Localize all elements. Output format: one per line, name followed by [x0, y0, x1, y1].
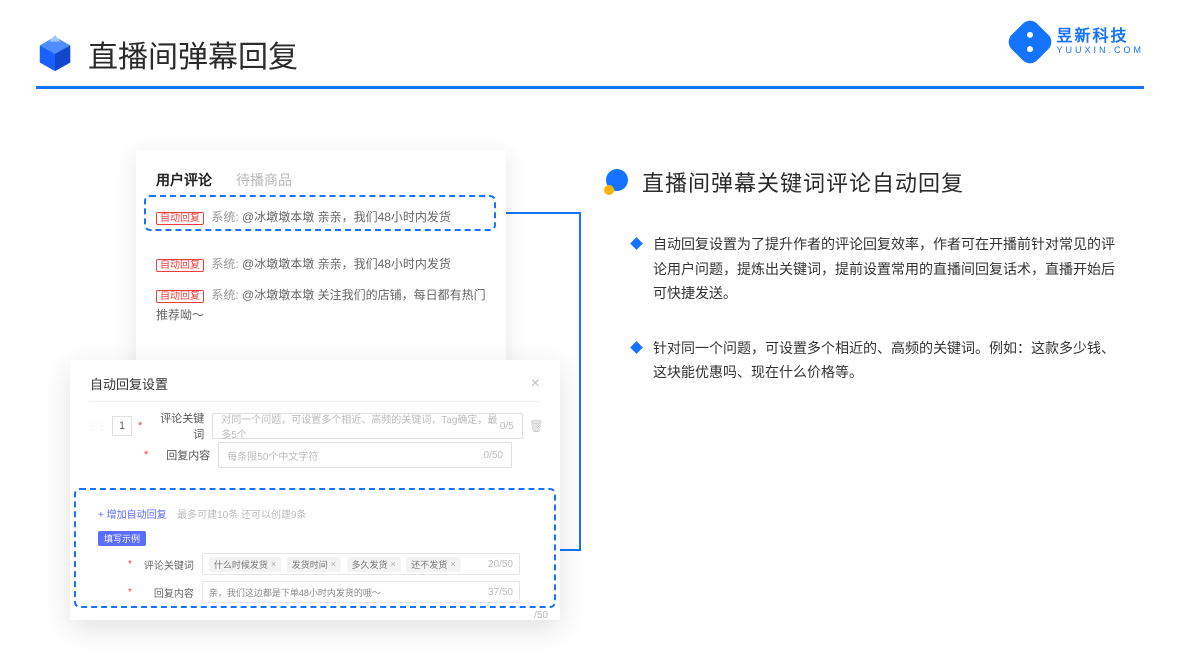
bullet-item: 自动回复设置为了提升作者的评论回复效率，作者可在开播前针对常见的评论用户问题，提…: [604, 232, 1144, 306]
right-content: 直播间弹幕关键词评论自动回复 自动回复设置为了提升作者的评论回复效率，作者可在开…: [604, 166, 1144, 415]
trash-icon[interactable]: 🗑: [529, 419, 544, 433]
reply-content-label: 回复内容: [156, 447, 210, 463]
required-dot: *: [144, 449, 148, 461]
cube-icon: [36, 35, 74, 73]
highlight-box-example: [74, 488, 556, 608]
brand-url: YUUXIN.COM: [1056, 46, 1144, 56]
auto-reply-tag: 自动回复: [156, 290, 204, 303]
brand-logo: 昱新科技 YUUXIN.COM: [1012, 24, 1144, 60]
rule-index: 1: [112, 416, 132, 436]
section-title: 直播间弹幕关键词评论自动回复: [642, 166, 964, 198]
comments-panel: 用户评论 待播商品 自动回复 系统: @冰墩墩本墩 亲亲，我们48小时内发货 自…: [136, 150, 506, 390]
left-illustration: 用户评论 待播商品 自动回复 系统: @冰墩墩本墩 亲亲，我们48小时内发货 自…: [70, 150, 568, 630]
page-header: 直播间弹幕回复 昱新科技 YUUXIN.COM: [36, 22, 1144, 86]
reply-content-input[interactable]: 每条限50个中文字符 0/50: [218, 442, 512, 468]
tab-user-comments[interactable]: 用户评论: [156, 170, 212, 190]
comment-row: 自动回复 系统: @冰墩墩本墩 亲亲，我们48小时内发货: [156, 247, 486, 278]
page-title: 直播间弹幕回复: [88, 32, 298, 76]
highlight-box-comment: [144, 195, 496, 231]
required-dot: *: [138, 420, 142, 432]
auto-reply-tag: 自动回复: [156, 259, 204, 272]
comment-row: 自动回复 系统: @冰墩墩本墩 关注我们的店铺，每日都有热门推荐呦～: [156, 278, 486, 328]
drag-handle-icon[interactable]: ⋮⋮: [88, 421, 106, 432]
close-icon[interactable]: ×: [531, 375, 540, 393]
keyword-input[interactable]: 对同一个问题，可设置多个相近、高频的关键词，Tag确定，最多5个 0/5: [212, 413, 522, 439]
bullet-item: 针对同一个问题，可设置多个相近的、高频的关键词。例如：这款多少钱、这块能优惠吗、…: [604, 336, 1144, 385]
brand-name: 昱新科技: [1056, 28, 1144, 46]
header-divider: [36, 86, 1144, 89]
bubble-icon: [604, 169, 630, 195]
diamond-icon: [630, 341, 643, 354]
brand-mark-icon: [1005, 17, 1056, 68]
outer-count: /50: [534, 610, 548, 621]
keyword-label: 评论关键词: [150, 410, 204, 442]
diamond-icon: [630, 237, 643, 250]
dialog-title: 自动回复设置: [90, 374, 168, 393]
comments-tabs: 用户评论 待播商品: [156, 170, 486, 198]
tab-pending-goods[interactable]: 待播商品: [236, 170, 292, 190]
